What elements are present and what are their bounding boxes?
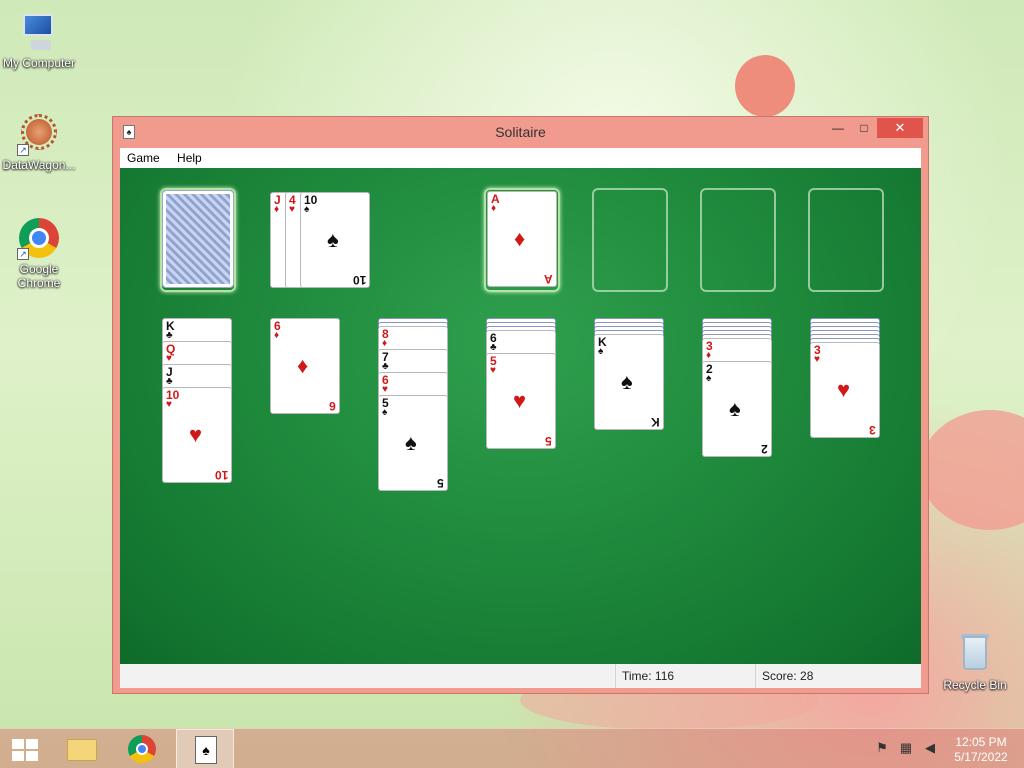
clock-time: 12:05 PM [955,735,1007,749]
computer-icon [17,10,61,54]
card-suit-icon: ♦ [274,330,280,341]
card-suit-icon: ♣ [166,376,173,387]
waste-card[interactable]: 10 ♠ ♠ 10 [300,192,370,288]
taskbar-chrome[interactable] [114,729,172,768]
system-clock[interactable]: 12:05 PM 5/17/2022 [946,735,1016,765]
tableau-card[interactable]: 2 ♠ ♠ 2 [702,361,772,457]
card-pip-icon: ♦ [514,226,526,251]
file-explorer-icon [67,739,97,761]
card-suit-icon: ♥ [166,353,172,364]
network-icon[interactable]: ▦ [898,740,914,756]
minimize-button[interactable]: — [825,118,851,138]
tableau-card[interactable]: K ♠ ♠ K [594,334,664,430]
start-icon [12,739,38,761]
card-suit-icon: ♥ [382,384,388,395]
card-suit-icon: ♥ [814,354,820,365]
card-suit-icon: ♣ [166,330,173,341]
datawagon-icon: ↗ [17,112,61,156]
card-rank-bottom: 10 [352,273,366,287]
taskbar-solitaire[interactable]: ♠ [176,729,234,768]
tableau-card[interactable]: 6 ♦ ♦ 6 [270,318,340,414]
clock-date: 5/17/2022 [954,750,1008,764]
desktop-icon-label: DataWagon... [2,158,76,172]
card-suit-icon: ♠ [304,204,310,215]
score-value: 28 [800,669,814,683]
tableau-card[interactable]: 5 ♥ ♥ 5 [486,353,556,449]
maximize-button[interactable]: □ [851,118,877,138]
desktop-icon-my-computer[interactable]: My Computer [1,10,77,70]
desktop-icon-google-chrome[interactable]: ↗ Google Chrome [1,216,77,290]
card-suit-icon: ♦ [382,338,388,349]
desktop-icon-label: Google Chrome [17,262,61,290]
card-suit-icon: ♦ [491,203,497,214]
menu-help[interactable]: Help [170,148,209,165]
card-suit-icon: ♠ [706,373,712,384]
card-suit-icon: ♥ [166,399,172,410]
card-pip-icon: ♠ [621,369,633,394]
tableau-card[interactable]: 10 ♥ ♥ 10 [162,387,232,483]
time-label: Time: [622,669,652,683]
card-pip-icon: ♠ [327,227,339,252]
taskbar-file-explorer[interactable] [52,729,110,768]
card-suit-icon: ♠ [598,346,604,357]
recycle-bin-icon [953,632,997,676]
tableau-card[interactable]: 5 ♠ ♠ 5 [378,395,448,491]
card-suit-icon: ♥ [490,365,496,376]
desktop-icon-datawagon[interactable]: ↗ DataWagon... [1,112,77,172]
card-rank-bottom: 2 [761,442,768,456]
chrome-icon: ↗ [17,216,61,260]
card-pip-icon: ♠ [405,430,417,455]
volume-muted-icon[interactable]: ◀ [922,740,938,756]
wallpaper-flower [735,55,795,117]
chrome-icon [128,735,156,763]
card-suit-icon: ♣ [490,342,497,353]
card-rank-bottom: 6 [329,399,336,413]
tableau-card[interactable]: 3 ♥ ♥ 3 [810,342,880,438]
time-display: Time: 116 [615,664,755,688]
card-rank-bottom: 5 [545,434,552,448]
solitaire-icon: ♠ [195,736,217,764]
menu-bar: Game Help [120,148,921,168]
close-button[interactable]: ✕ [877,118,923,138]
card-pip-icon: ♠ [729,396,741,421]
stock-pile[interactable] [163,191,233,287]
score-label: Score: [762,669,797,683]
foundation-card[interactable]: A ♦ ♦ A [487,191,557,287]
desktop-icon-label: Recycle Bin [943,678,1007,692]
card-suit-icon: ♠ [382,407,388,418]
time-value: 116 [654,669,675,683]
title-bar[interactable]: ♠ Solitaire — □ ✕ [113,117,928,148]
solitaire-window: ♠ Solitaire — □ ✕ Game Help J♦♦J4♥♥410♠♠… [112,116,929,694]
desktop-icon-recycle-bin[interactable]: Recycle Bin [937,632,1013,692]
card-pip-icon: ♦ [297,353,309,378]
status-bar: Time: 116 Score: 28 [120,664,921,688]
foundation-slot-2[interactable] [592,188,668,292]
card-suit-icon: ♥ [289,204,295,215]
menu-game[interactable]: Game [120,148,167,165]
foundation-slot-4[interactable] [808,188,884,292]
card-rank-bottom: 5 [437,476,444,490]
card-pip-icon: ♥ [189,422,203,447]
taskbar: ♠ ⚑ ▦ ◀ 12:05 PM 5/17/2022 [0,728,1024,768]
card-rank-bottom: 3 [869,423,876,437]
desktop-icon-label: My Computer [2,56,76,70]
foundation-slot-3[interactable] [700,188,776,292]
window-title: Solitaire [495,124,546,140]
game-table: J♦♦J4♥♥410♠♠10A♦♦AK♣♣KQ♥♥QJ♣♣J10♥♥106♦♦6… [120,168,921,664]
wallpaper-flower [920,410,1024,530]
card-suit-icon: ♣ [382,361,389,372]
card-rank-bottom: K [651,415,660,429]
card-suit-icon: ♦ [706,350,712,361]
action-center-flag-icon[interactable]: ⚑ [874,740,890,756]
start-button[interactable] [0,729,58,768]
card-pip-icon: ♥ [837,377,851,402]
card-suit-icon: ♦ [274,204,280,215]
card-rank-bottom: 10 [214,468,228,482]
card-rank-bottom: A [544,272,553,286]
score-display: Score: 28 [755,664,915,688]
card-pip-icon: ♥ [513,388,527,413]
